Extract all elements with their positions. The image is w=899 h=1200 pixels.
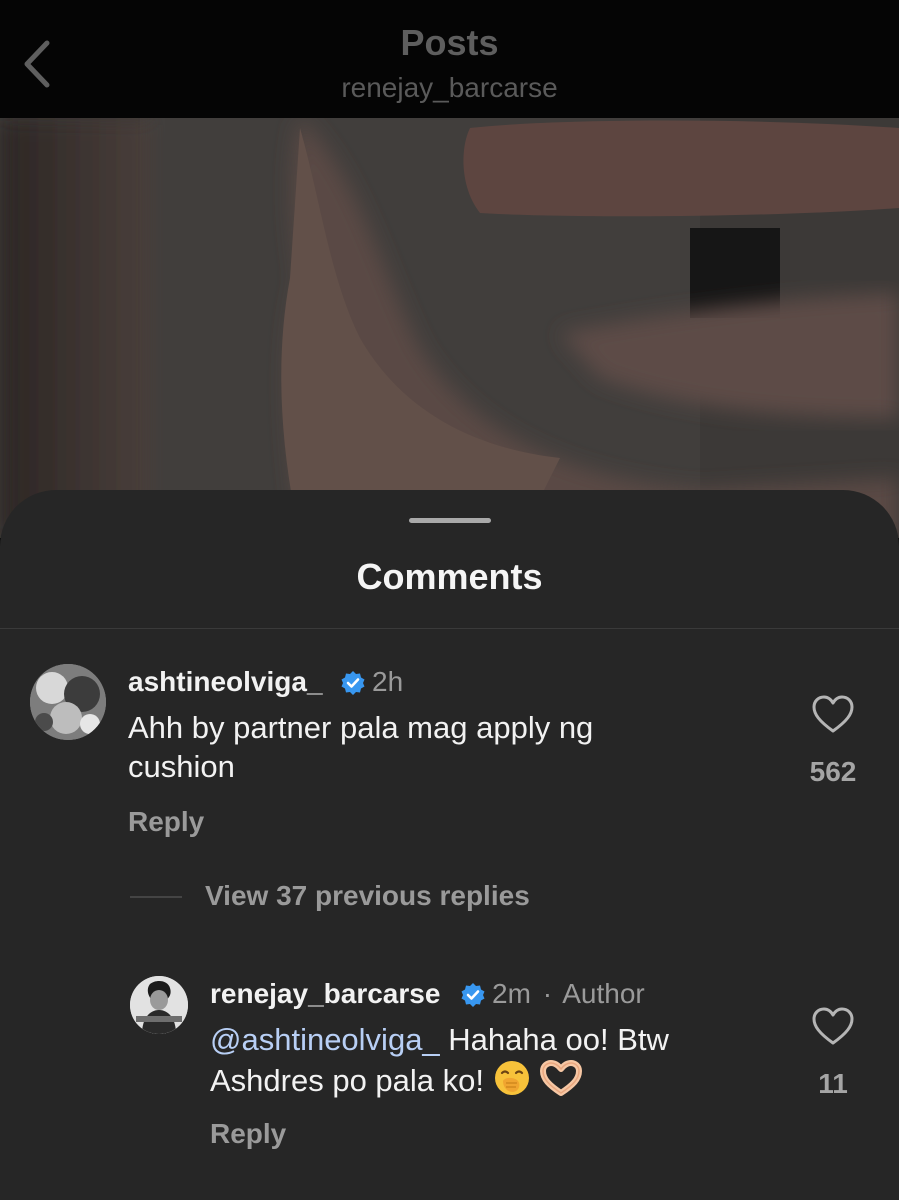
- post-image: [0, 118, 899, 538]
- post-photo: [0, 118, 899, 538]
- mention-link[interactable]: @ashtineolviga_: [210, 1022, 440, 1057]
- replies-divider-line: [130, 896, 182, 898]
- avatar[interactable]: [30, 664, 106, 740]
- divider: [0, 628, 899, 629]
- reply-text: @ashtineolviga_ Hahaha oo! Btw Ashdres p…: [210, 1020, 770, 1100]
- screen: Posts renejay_barcarse Comments ashtineo…: [0, 0, 899, 1200]
- heart-icon[interactable]: [811, 694, 855, 734]
- comment-text: Ahh by partner pala mag apply ng cushion: [128, 710, 594, 784]
- avatar[interactable]: [130, 976, 188, 1034]
- verified-badge-icon: [341, 671, 365, 695]
- avatar-image: [30, 664, 106, 740]
- comments-sheet: Comments ashtineolviga_ 2h Ahh by partne…: [0, 490, 899, 1200]
- reply-timestamp: 2m: [492, 978, 531, 1009]
- comment-timestamp: 2h: [372, 666, 404, 697]
- face-with-hand-over-mouth-icon: [494, 1061, 529, 1095]
- reply-text-line2: Ashdres po pala ko!: [210, 1063, 493, 1098]
- reply-button[interactable]: Reply: [210, 1118, 286, 1150]
- like-count: 11: [818, 1068, 848, 1099]
- reply-button[interactable]: Reply: [128, 806, 204, 838]
- meta-separator: ·: [542, 978, 553, 1009]
- like-count: 562: [809, 756, 857, 787]
- reply-meta: 2m · Author: [492, 978, 645, 1010]
- heart-hands-icon: [540, 1060, 583, 1096]
- reply-username[interactable]: renejay_barcarse: [210, 978, 440, 1010]
- heart-icon[interactable]: [811, 1006, 855, 1046]
- comments-title: Comments: [356, 556, 543, 597]
- author-badge: Author: [562, 978, 645, 1009]
- reply-text-line1: Hahaha oo! Btw: [439, 1022, 669, 1057]
- comment-username[interactable]: ashtineolviga_: [128, 666, 323, 698]
- view-previous-replies-button[interactable]: View 37 previous replies: [205, 880, 530, 912]
- top-nav-bar: Posts renejay_barcarse: [0, 0, 899, 118]
- page-subtitle-username[interactable]: renejay_barcarse: [0, 72, 899, 104]
- verified-badge-icon: [461, 983, 485, 1007]
- avatar-image: [130, 976, 188, 1034]
- sheet-grabber-handle[interactable]: [409, 518, 491, 523]
- page-title: Posts: [400, 22, 499, 63]
